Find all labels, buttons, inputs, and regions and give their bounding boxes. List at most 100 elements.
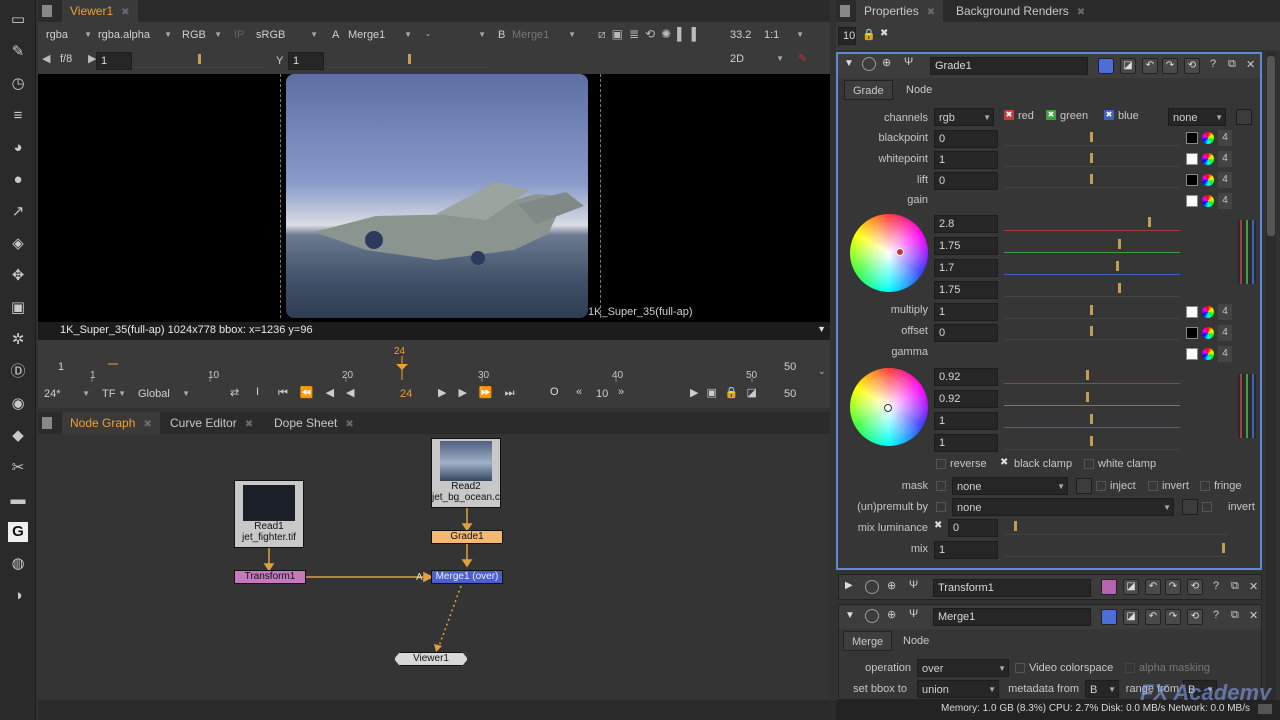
gamma-field[interactable]: 1 [288,52,324,70]
multiply-field[interactable]: 1 [934,303,998,321]
blue-check[interactable]: ✖ [1104,110,1114,120]
close-icon[interactable]: ✖ [143,419,151,430]
gamma-g-slider[interactable] [1004,390,1180,406]
alpha-masking-checkbox[interactable] [1125,663,1135,673]
view-mode-dropdown[interactable]: 2D ▼ [730,50,786,68]
gizmo-icon[interactable]: Ψ [909,579,918,591]
read2-node[interactable]: Read2 jet_bg_ocean.cin [431,438,501,508]
flipbook-icons[interactable]: ▶▣🔒◪ [690,386,765,399]
whitepoint-field[interactable]: 1 [934,151,998,169]
fps-dropdown[interactable]: 24* ▼ [44,385,92,403]
gain-a-field[interactable]: 1.75 [934,281,998,299]
whitepoint-channels[interactable]: 4 [1218,151,1232,167]
mix-luminance-checkbox[interactable]: ✖ [934,520,942,531]
node-color-button[interactable] [1098,58,1114,74]
input-icon[interactable]: ⊕ [887,579,896,592]
tab-merge[interactable]: Merge [843,631,893,651]
max-panels-field[interactable]: 10 [838,27,856,45]
timeline-end[interactable]: 50 [784,358,804,376]
pencil-icon[interactable]: ✎ [798,52,807,65]
center-icon[interactable] [862,57,876,71]
help-icon[interactable]: ? [1210,58,1216,70]
inject-checkbox[interactable] [1096,481,1106,491]
gain-slider[interactable] [134,52,264,68]
viewer-tool-icons[interactable]: ⧄▣≣⟲✺▌▌ [598,27,718,41]
tab-grade[interactable]: Grade [844,80,893,100]
b-input-dropdown[interactable]: Merge1 ▼ [512,26,578,44]
revert-button[interactable]: ⟲ [1184,58,1200,74]
close-icon[interactable]: ✖ [121,7,129,18]
premult-checkbox[interactable] [936,502,946,512]
gain-channels[interactable]: 4 [1218,193,1232,209]
gain-field[interactable]: 1 [96,52,132,70]
composite-dropdown[interactable]: - ▼ [426,26,488,44]
help-icon[interactable]: ? [1213,580,1219,592]
gain-g-slider[interactable] [1004,237,1180,253]
node-color-button[interactable] [1101,579,1117,595]
prev-fstop-icon[interactable]: ◀ [42,52,52,65]
undo-button[interactable]: ↶ [1142,58,1158,74]
close-icon[interactable]: ✖ [245,419,253,430]
lock-icon[interactable]: 🔒 [862,28,876,41]
redo-button[interactable]: ↷ [1165,579,1181,595]
black-clamp-checkbox[interactable]: ✖ [1000,457,1008,468]
read1-node[interactable]: Read1 jet_fighter.tif [234,480,304,548]
ip-button[interactable]: IP [234,26,248,44]
whitepoint-slider[interactable] [1004,151,1180,167]
node-name-field[interactable]: Merge1 [933,608,1091,626]
channel-link-button[interactable] [1236,109,1252,125]
alpha-dropdown[interactable]: rgba.alpha ▼ [98,26,174,44]
offset-wheel-icon[interactable] [1202,327,1214,339]
multiply-channels[interactable]: 4 [1218,304,1232,320]
clear-panels-icon[interactable]: ✖ [880,28,888,39]
nodegraph-canvas[interactable]: Read1 jet_fighter.tif Read2 jet_bg_ocean… [38,434,830,700]
proxy-dropdown[interactable]: 1:1 ▼ [764,26,806,44]
gain-color-wheel[interactable] [850,214,928,292]
undo-button[interactable]: ↶ [1145,579,1161,595]
gamma-channels[interactable]: 4 [1218,346,1232,362]
tf-dropdown[interactable]: TF ▼ [102,385,128,403]
close-icon[interactable]: ✖ [1077,7,1085,18]
gamma-b-field[interactable]: 1 [934,412,998,430]
invert-checkbox[interactable] [1148,481,1158,491]
gamma-color-wheel[interactable] [850,368,928,446]
mix-luminance-field[interactable]: 0 [948,519,998,537]
expand-icon[interactable]: ▶ [845,580,853,591]
in-button[interactable]: I [256,386,259,398]
premult-dropdown[interactable]: none ▼ [952,498,1174,516]
redo-button[interactable]: ↷ [1165,609,1181,625]
blackpoint-swatch[interactable] [1186,132,1198,144]
gain-b-field[interactable]: 1.7 [934,259,998,277]
gamma-wheel-icon[interactable] [1202,348,1214,360]
fringe-checkbox[interactable] [1200,481,1210,491]
merge-icon[interactable]: ◈ [8,234,28,254]
tab-merge-node[interactable]: Node [895,631,937,651]
offset-swatch[interactable] [1186,327,1198,339]
particles-icon[interactable]: ✲ [8,330,28,350]
red-check[interactable]: ✖ [1004,110,1014,120]
gl-color-button[interactable]: ◪ [1123,579,1139,595]
panel-menu-icon[interactable] [42,5,52,17]
float-icon[interactable]: ⧉ [1231,609,1239,622]
gain-wheel-icon[interactable] [1202,195,1214,207]
float-icon[interactable]: ⧉ [1228,58,1236,71]
step-back-icon[interactable]: « [576,386,582,398]
revert-button[interactable]: ⟲ [1187,609,1203,625]
end-field[interactable]: 50 [784,385,806,403]
step-field[interactable]: 10 [596,385,614,403]
transform1-node[interactable]: Transform1 [234,570,306,584]
lut-dropdown[interactable]: sRGB ▼ [256,26,320,44]
reverse-checkbox[interactable] [936,459,946,469]
metadata-dropdown[interactable]: B ▼ [1085,680,1119,698]
lift-swatch[interactable] [1186,174,1198,186]
undo-button[interactable]: ↶ [1145,609,1161,625]
offset-channels[interactable]: 4 [1218,325,1232,341]
whitepoint-wheel-icon[interactable] [1202,153,1214,165]
tab-curve-editor[interactable]: Curve Editor ✖ [162,412,261,434]
panel-menu-icon[interactable] [840,5,850,17]
blackpoint-wheel-icon[interactable] [1202,132,1214,144]
video-colorspace-checkbox[interactable] [1015,663,1025,673]
tab-background-renders[interactable]: Background Renders ✖ [948,0,1093,22]
viewer-canvas[interactable]: 1K_Super_35(full-ap) [38,74,830,322]
gamma-slider[interactable] [328,52,488,68]
